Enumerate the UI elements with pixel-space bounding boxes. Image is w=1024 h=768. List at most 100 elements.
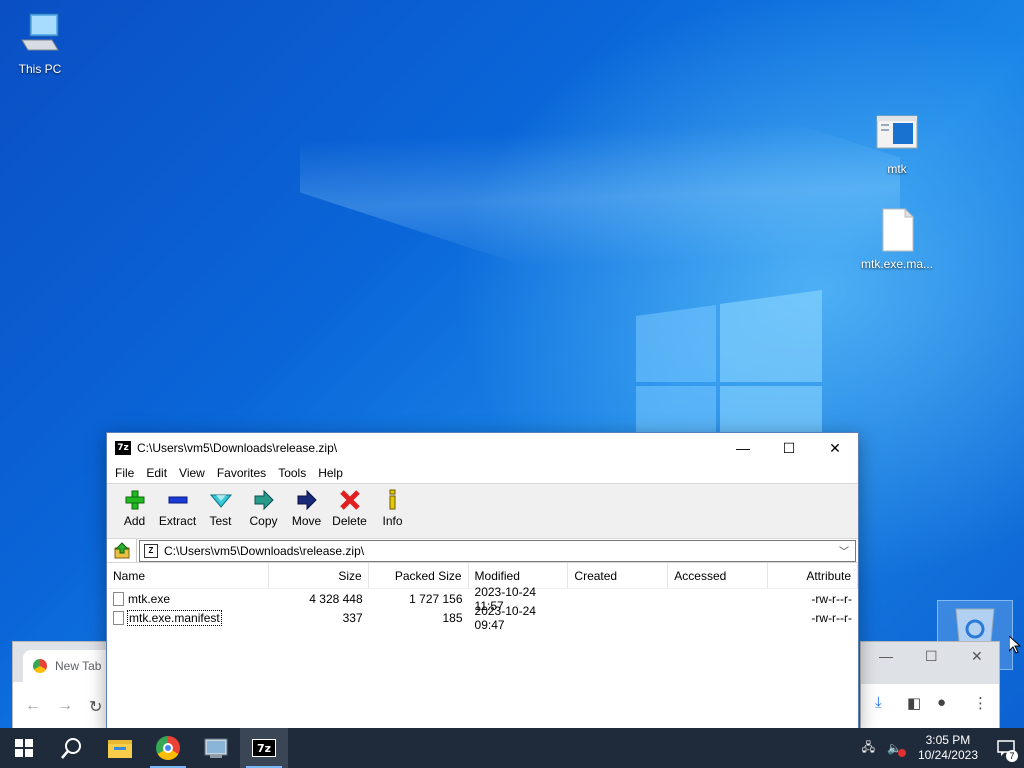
taskbar-control-panel[interactable] [192,728,240,768]
wallpaper-windows-logo [636,290,822,440]
column-packed-size[interactable]: Packed Size [369,563,469,588]
taskbar-chrome[interactable] [144,728,192,768]
test-button[interactable]: Test [199,484,242,538]
control-panel-icon [204,738,228,758]
volume-muted-icon[interactable]: 🔈 [887,741,906,757]
list-row[interactable]: mtk.exe.manifest 337 185 2023-10-24 09:4… [107,604,858,632]
file-created [568,589,668,608]
tab-label: New Tab [55,659,102,673]
back-arrow-icon[interactable]: ← [25,697,41,715]
clock-date: 10/24/2023 [917,748,978,762]
clock[interactable]: 3:05 PM 10/24/2023 [918,733,978,763]
reload-icon[interactable]: ↻ [89,697,102,717]
move-label: Move [291,514,322,528]
info-button[interactable]: Info [371,484,414,538]
maximize-icon[interactable]: ☐ [925,648,938,665]
start-button[interactable] [0,728,48,768]
profile-icon[interactable]: ● [937,694,946,711]
file-list[interactable]: Name Size Packed Size Modified Created A… [107,563,859,632]
7zip-icon: 7z [252,739,276,757]
search-button[interactable] [48,728,96,768]
maximize-button[interactable]: ☐ [766,433,812,463]
desktop-icon-mtk-manifest[interactable]: mtk.exe.ma... [857,205,937,271]
chevron-down-icon[interactable]: ﹀ [839,543,855,558]
desktop-icon-label: This PC [18,62,62,76]
file-icon [873,205,921,253]
minimize-icon[interactable]: — [879,648,893,664]
file-attributes: -rw-r--r- [811,591,853,606]
computer-icon [16,10,64,58]
up-folder-button[interactable] [107,538,137,563]
move-arrow-icon [297,489,317,511]
move-button[interactable]: Move [285,484,328,538]
download-icon[interactable]: ⤓ [875,694,882,711]
file-attributes: -rw-r--r- [811,610,853,625]
check-chevron-icon [209,494,232,508]
delete-x-icon [339,490,360,510]
minus-icon [168,496,187,504]
column-name[interactable]: Name [107,563,269,588]
7zip-icon: 7z [115,441,131,455]
system-tray: 🖧 🔈 3:05 PM 10/24/2023 7 [856,728,1024,768]
menu-edit[interactable]: Edit [140,466,173,480]
chrome-window-right[interactable]: — ☐ ✕ ⤓ ◧ ● ⋮ [860,641,1000,730]
desktop-icon-label: mtk.exe.ma... [860,257,934,271]
add-label: Add [123,514,146,528]
column-accessed[interactable]: Accessed [668,563,769,588]
add-button[interactable]: Add [113,484,156,538]
taskbar-file-explorer[interactable] [96,728,144,768]
up-folder-icon [114,541,129,558]
menu-help[interactable]: Help [312,466,349,480]
plus-icon [125,490,144,510]
window-title: C:\Users\vm5\Downloads\release.zip\ [137,441,338,455]
chrome-icon [156,736,180,760]
close-icon[interactable]: ✕ [971,648,983,665]
notification-center-button[interactable]: 7 [988,728,1024,768]
file-icon [113,610,124,625]
file-icon [113,591,124,606]
extract-label: Extract [158,514,197,528]
chrome-icon [33,659,47,673]
file-name: mtk.exe [128,591,171,606]
column-created[interactable]: Created [568,563,669,588]
extract-button[interactable]: Extract [156,484,199,538]
notification-count-badge: 7 [1006,750,1018,762]
application-window-icon [873,110,921,158]
minimize-button[interactable]: — [720,433,766,463]
mouse-cursor-icon [1009,636,1021,654]
chrome-window-left[interactable]: New Tab ← → ↻ [12,641,123,732]
more-menu-icon[interactable]: ⋮ [973,694,988,712]
desktop-icon-this-pc[interactable]: This PC [0,10,80,76]
network-icon[interactable]: 🖧 [862,738,875,759]
side-panel-icon[interactable]: ◧ [907,694,921,712]
menu-bar: File Edit View Favorites Tools Help [107,463,858,483]
copy-label: Copy [249,514,278,528]
menu-view[interactable]: View [173,466,211,480]
file-accessed [668,608,768,627]
toolbar: Add Extract Test Copy Move Delete Info [107,483,858,539]
info-icon [389,489,395,510]
delete-button[interactable]: Delete [328,484,371,538]
taskbar-7zip[interactable]: 7z [240,728,288,768]
file-packed-size: 185 [442,610,463,625]
clock-time: 3:05 PM [925,733,971,747]
column-size[interactable]: Size [269,563,369,588]
column-attributes[interactable]: Attribute [768,563,859,588]
address-text: C:\Users\vm5\Downloads\release.zip\ [164,543,365,558]
address-row: Z C:\Users\vm5\Downloads\release.zip\ ﹀ [107,538,858,563]
file-size: 337 [342,610,363,625]
address-combobox[interactable]: Z C:\Users\vm5\Downloads\release.zip\ ﹀ [139,539,856,562]
file-name: mtk.exe.manifest [127,609,222,626]
title-bar[interactable]: 7z C:\Users\vm5\Downloads\release.zip\ —… [107,433,858,463]
forward-arrow-icon[interactable]: → [57,697,73,715]
windows-logo-icon [15,739,33,757]
desktop-icon-label: mtk [887,162,907,176]
close-button[interactable]: ✕ [812,433,858,463]
menu-favorites[interactable]: Favorites [211,466,272,480]
copy-button[interactable]: Copy [242,484,285,538]
sevenzip-window[interactable]: 7z C:\Users\vm5\Downloads\release.zip\ —… [106,432,859,732]
menu-file[interactable]: File [109,466,140,480]
menu-tools[interactable]: Tools [272,466,312,480]
file-size: 4 328 448 [309,591,363,606]
desktop-icon-mtk[interactable]: mtk [857,110,937,176]
